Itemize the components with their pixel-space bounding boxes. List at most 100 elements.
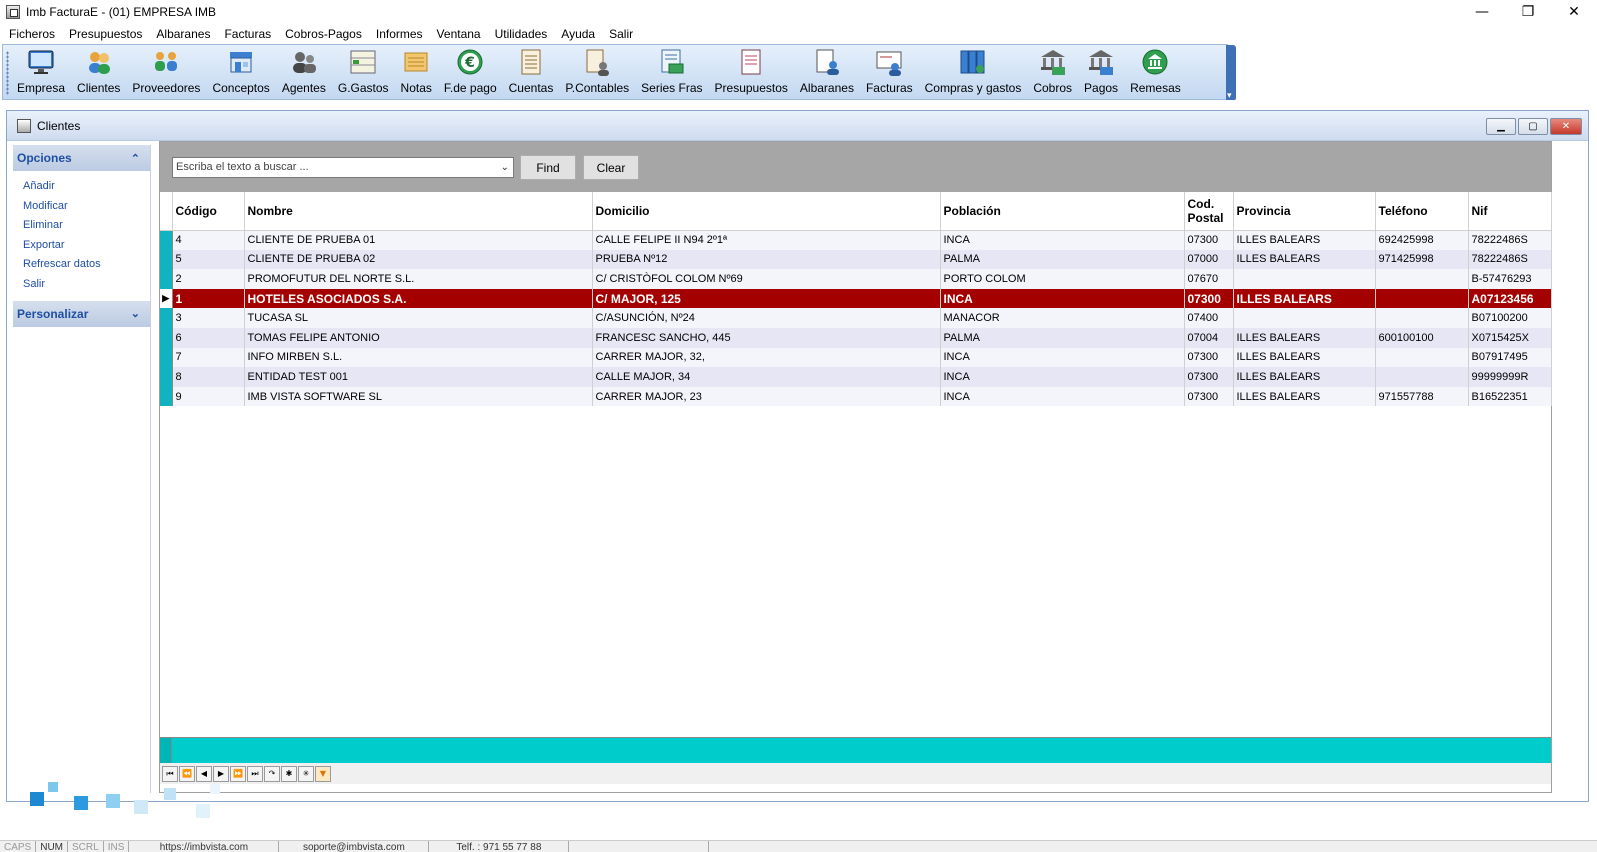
cell-nif[interactable]: B-57476293 <box>1468 269 1552 289</box>
opciones-header[interactable]: Opciones ⌃ <box>13 145 150 171</box>
table-row[interactable]: ▶ 1 HOTELES ASOCIADOS S.A. C/ MAJOR, 125 INC… <box>160 288 1552 309</box>
toolbar-albaranes-button[interactable]: Albaranes <box>794 45 860 99</box>
column-header-nombre[interactable]: Nombre <box>244 192 593 231</box>
toolbar-notas-button[interactable]: Notas <box>395 45 438 99</box>
cell-c-digo[interactable]: 6 <box>172 327 245 348</box>
cell-nombre[interactable]: TOMAS FELIPE ANTONIO <box>244 327 593 348</box>
menu-salir[interactable]: Salir <box>602 27 640 41</box>
menu-cobros-pagos[interactable]: Cobros-Pagos <box>278 27 369 41</box>
option-exportar[interactable]: Exportar <box>23 236 150 256</box>
clear-button[interactable]: Clear <box>583 155 639 180</box>
child-minimize-button[interactable]: ▁ <box>1486 118 1516 135</box>
toolbar-p-contables-button[interactable]: P.Contables <box>559 45 635 99</box>
collapse-up-icon[interactable]: ⌃ <box>131 152 140 165</box>
cell-cod-postal[interactable]: 07400 <box>1184 308 1234 328</box>
cell-tel-fono[interactable]: 692425998 <box>1375 230 1469 250</box>
cell-provincia[interactable]: ILLES BALEARS <box>1233 230 1376 250</box>
row-indicator[interactable] <box>160 367 173 387</box>
row-indicator[interactable] <box>160 386 173 407</box>
cell-cod-postal[interactable]: 07004 <box>1184 327 1234 348</box>
cell-nombre[interactable]: INFO MIRBEN S.L. <box>244 347 593 368</box>
cell-nif[interactable]: 99999999R <box>1468 367 1552 387</box>
cell-poblaci-n[interactable]: INCA <box>940 386 1185 407</box>
toolbar-pagos-button[interactable]: Pagos <box>1078 45 1124 99</box>
menu-albaranes[interactable]: Albaranes <box>149 27 217 41</box>
table-row[interactable]: 5 CLIENTE DE PRUEBA 02 PRUEBA Nº12 PALMA 070… <box>160 249 1552 270</box>
prev-page-button[interactable]: ⏪ <box>179 765 195 782</box>
table-row[interactable]: 2 PROMOFUTUR DEL NORTE S.L. C/ CRISTÒFOL C… <box>160 269 1552 289</box>
cell-domicilio[interactable]: PRUEBA Nº12 <box>592 249 941 270</box>
expand-down-icon[interactable]: ⌄ <box>131 307 140 320</box>
website-link[interactable]: https://imbvista.com <box>129 841 280 852</box>
table-row[interactable]: 8 ENTIDAD TEST 001 CALLE MAJOR, 34 INCA 0730… <box>160 367 1552 387</box>
toolbar-empresa-button[interactable]: Empresa <box>11 45 71 99</box>
prev-record-button[interactable]: ◀ <box>196 765 212 782</box>
column-header-provincia[interactable]: Provincia <box>1233 192 1376 231</box>
cell-provincia[interactable]: ILLES BALEARS <box>1233 367 1376 387</box>
cell-nombre[interactable]: PROMOFUTUR DEL NORTE S.L. <box>244 269 593 289</box>
row-indicator[interactable] <box>160 308 173 328</box>
table-row[interactable]: 9 IMB VISTA SOFTWARE SL CARRER MAJOR, 23 IN… <box>160 386 1552 407</box>
cell-nombre[interactable]: HOTELES ASOCIADOS S.A. <box>244 288 593 309</box>
cell-cod-postal[interactable]: 07300 <box>1184 347 1234 368</box>
cell-tel-fono[interactable] <box>1375 347 1469 368</box>
cell-provincia[interactable]: ILLES BALEARS <box>1233 327 1376 348</box>
cell-c-digo[interactable]: 8 <box>172 367 245 387</box>
row-indicator[interactable] <box>160 327 173 348</box>
cell-poblaci-n[interactable]: PALMA <box>940 249 1185 270</box>
cell-domicilio[interactable]: C/ MAJOR, 125 <box>592 288 941 309</box>
support-email[interactable]: soporte@imbvista.com <box>279 841 430 852</box>
child-close-button[interactable]: ✕ <box>1550 118 1582 135</box>
toolbar-remesas-button[interactable]: Remesas <box>1124 45 1187 99</box>
toolbar-f-de-pago-button[interactable]: € F.de pago <box>438 45 503 99</box>
table-row[interactable]: 7 INFO MIRBEN S.L. CARRER MAJOR, 32, INCA 07… <box>160 347 1552 368</box>
row-indicator[interactable] <box>160 347 173 368</box>
cell-nombre[interactable]: TUCASA SL <box>244 308 593 328</box>
cell-poblaci-n[interactable]: PALMA <box>940 327 1185 348</box>
cell-nif[interactable]: 78222486S <box>1468 249 1552 270</box>
toolbar-agentes-button[interactable]: Agentes <box>276 45 332 99</box>
menu-presupuestos[interactable]: Presupuestos <box>62 27 149 41</box>
menu-informes[interactable]: Informes <box>369 27 430 41</box>
restore-button[interactable]: ❐ <box>1505 0 1551 24</box>
cell-nif[interactable]: X0715425X <box>1468 327 1552 348</box>
insert-button[interactable]: ✱ <box>281 765 297 782</box>
cell-poblaci-n[interactable]: INCA <box>940 367 1185 387</box>
row-indicator[interactable] <box>160 249 173 270</box>
cell-domicilio[interactable]: CALLE FELIPE II N94 2º1ª <box>592 230 941 250</box>
cell-nombre[interactable]: ENTIDAD TEST 001 <box>244 367 593 387</box>
cell-cod-postal[interactable]: 07300 <box>1184 230 1234 250</box>
close-button[interactable]: ✕ <box>1551 0 1597 24</box>
cell-provincia[interactable]: ILLES BALEARS <box>1233 386 1376 407</box>
cell-domicilio[interactable]: C/ CRISTÒFOL COLOM Nº69 <box>592 269 941 289</box>
cell-tel-fono[interactable]: 971557788 <box>1375 386 1469 407</box>
cell-cod-postal[interactable]: 07000 <box>1184 249 1234 270</box>
delete-button[interactable]: ✳ <box>298 765 314 782</box>
toolbar-grip[interactable] <box>6 51 9 95</box>
toolbar-conceptos-button[interactable]: Conceptos <box>206 45 275 99</box>
cell-poblaci-n[interactable]: INCA <box>940 288 1185 309</box>
toolbar-cobros-button[interactable]: Cobros <box>1027 45 1078 99</box>
cell-nombre[interactable]: CLIENTE DE PRUEBA 02 <box>244 249 593 270</box>
refresh-button[interactable]: ↷ <box>264 765 280 782</box>
column-header-domicilio[interactable]: Domicilio <box>592 192 941 231</box>
cell-domicilio[interactable]: CALLE MAJOR, 34 <box>592 367 941 387</box>
menu-facturas[interactable]: Facturas <box>217 27 278 41</box>
cell-c-digo[interactable]: 1 <box>172 288 245 309</box>
cell-provincia[interactable] <box>1233 308 1376 328</box>
cell-c-digo[interactable]: 5 <box>172 249 245 270</box>
table-row[interactable]: 4 CLIENTE DE PRUEBA 01 CALLE FELIPE II N94… <box>160 230 1552 250</box>
menu-ventana[interactable]: Ventana <box>430 27 488 41</box>
table-row[interactable]: 3 TUCASA SL C/ASUNCIÓN, Nº24 MANACOR 07400 B0… <box>160 308 1552 328</box>
option-salir[interactable]: Salir <box>23 275 150 295</box>
cell-poblaci-n[interactable]: PORTO COLOM <box>940 269 1185 289</box>
cell-nif[interactable]: A07123456 <box>1468 288 1552 309</box>
cell-tel-fono[interactable]: 600100100 <box>1375 327 1469 348</box>
cell-tel-fono[interactable]: 971425998 <box>1375 249 1469 270</box>
cell-cod-postal[interactable]: 07300 <box>1184 367 1234 387</box>
row-indicator[interactable] <box>160 269 173 289</box>
cell-domicilio[interactable]: FRANCESC SANCHO, 445 <box>592 327 941 348</box>
toolbar-overflow-button[interactable] <box>1226 45 1236 101</box>
child-maximize-button[interactable]: ▢ <box>1518 118 1548 135</box>
cell-c-digo[interactable]: 4 <box>172 230 245 250</box>
